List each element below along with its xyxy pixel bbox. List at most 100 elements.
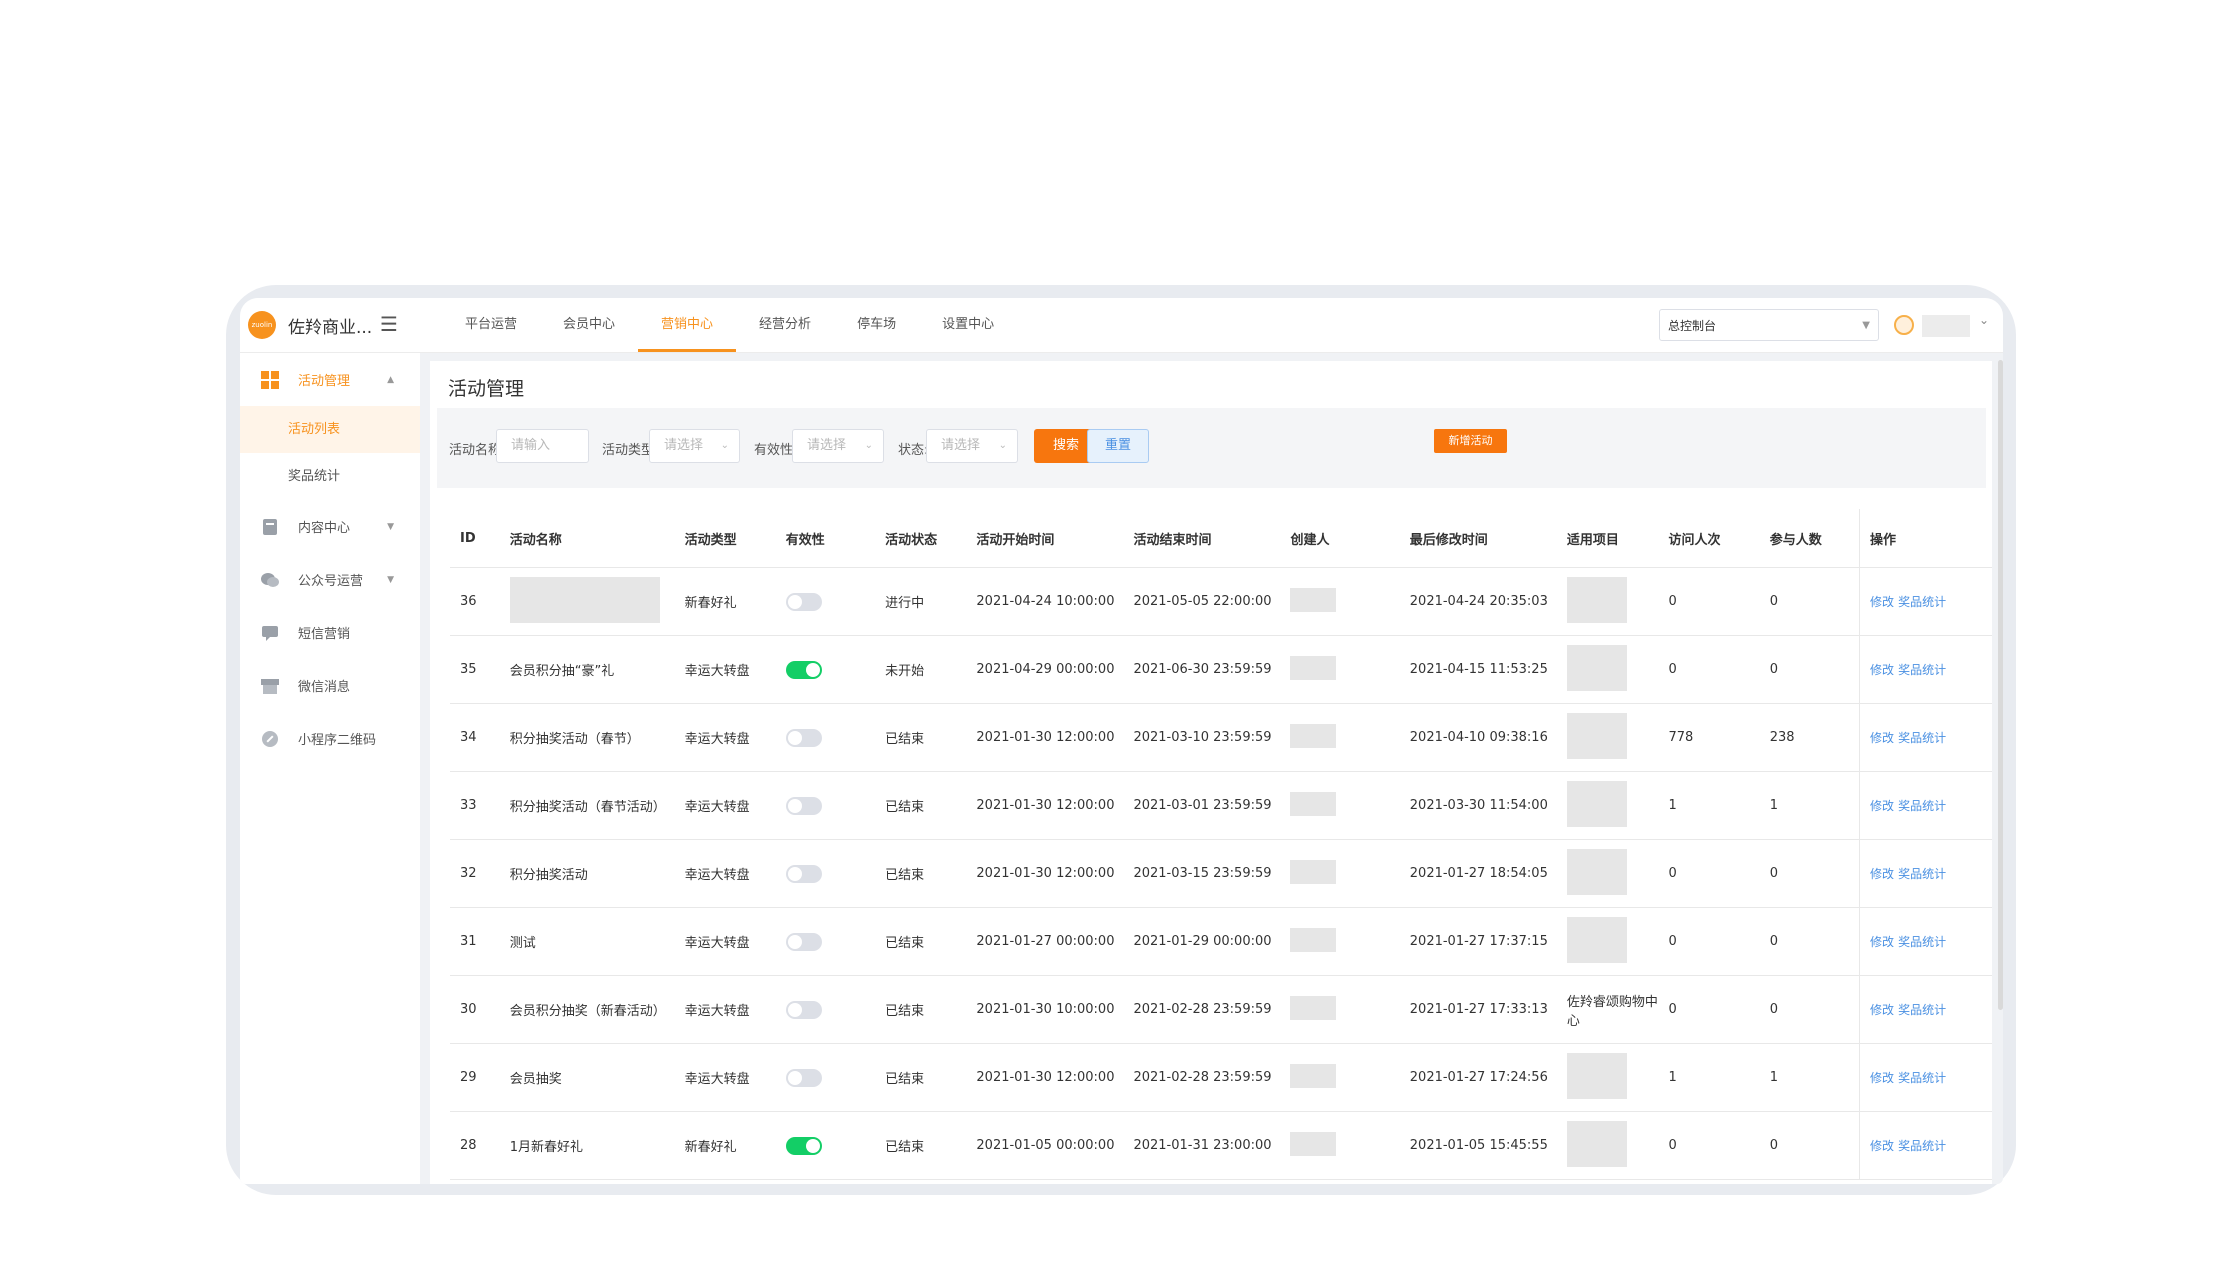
toggle-knob <box>787 798 802 813</box>
edit-link[interactable]: 修改 <box>1870 1139 1894 1153</box>
validity-filter-select[interactable]: 请选择 ⌄ <box>792 429 884 463</box>
cell-project <box>1556 771 1659 840</box>
prize-stats-link[interactable]: 奖品统计 <box>1898 731 1946 745</box>
cell-project <box>1556 1111 1659 1180</box>
cell-participants: 0 <box>1759 907 1860 976</box>
chevron-down-icon[interactable]: ⌄ <box>1979 313 1989 327</box>
cell-id: 32 <box>450 839 500 908</box>
sidebar-item-prize-stats[interactable]: 奖品统计 <box>240 453 420 500</box>
sidebar-item-activity-management[interactable]: 活动管理 ▲ <box>240 353 420 406</box>
edit-link[interactable]: 修改 <box>1870 799 1894 813</box>
creator-redacted <box>1290 1131 1337 1156</box>
sidebar: 活动管理 ▲ 活动列表 奖品统计 内容中心 ▼ 公众号运营 ▼ 短信营销 微信消… <box>240 353 420 1184</box>
col-participants: 参与人数 <box>1759 509 1860 568</box>
toggle-knob <box>805 1138 820 1153</box>
edit-link[interactable]: 修改 <box>1870 867 1894 881</box>
cell-participants: 1 <box>1759 771 1860 840</box>
prize-stats-link[interactable]: 奖品统计 <box>1898 867 1946 881</box>
prize-stats-link[interactable]: 奖品统计 <box>1898 1071 1946 1085</box>
prize-stats-link[interactable]: 奖品统计 <box>1898 663 1946 677</box>
vertical-scrollbar[interactable] <box>1998 360 2003 1010</box>
validity-toggle[interactable] <box>785 864 822 883</box>
prize-stats-link[interactable]: 奖品统计 <box>1898 1003 1946 1017</box>
user-name-redacted[interactable] <box>1922 315 1970 337</box>
type-filter-select[interactable]: 请选择 ⌄ <box>649 429 740 463</box>
cell-name: 会员积分抽奖（新春活动） <box>499 975 675 1044</box>
nav-parking[interactable]: 停车场 <box>834 298 919 352</box>
activity-name: 会员积分抽“豪”礼 <box>509 664 615 679</box>
cell-actions: 修改 奖品统计 <box>1859 771 1992 840</box>
toggle-knob <box>787 730 802 745</box>
cell-actions: 修改 奖品统计 <box>1859 839 1992 908</box>
validity-filter-label: 有效性: <box>754 443 798 458</box>
cell-start-time: 2021-04-24 10:00:00 <box>966 567 1124 636</box>
reset-button[interactable]: 重置 <box>1087 429 1149 463</box>
status-filter-select[interactable]: 请选择 ⌄ <box>926 429 1018 463</box>
cell-actions: 修改 奖品统计 <box>1859 567 1992 636</box>
prize-stats-link[interactable]: 奖品统计 <box>1898 595 1946 609</box>
menu-collapse-icon[interactable]: ☰ <box>380 312 398 336</box>
edit-link[interactable]: 修改 <box>1870 1003 1894 1017</box>
cell-validity <box>775 771 876 840</box>
prize-stats-link[interactable]: 奖品统计 <box>1898 1139 1946 1153</box>
name-filter-placeholder: 请输入 <box>511 438 551 453</box>
activity-panel: 活动管理 活动名称: 请输入 活动类型: 请选择 ⌄ 有效性: 请选择 ⌄ 状态… <box>430 361 1992 1184</box>
cell-visits: 0 <box>1658 567 1760 636</box>
col-actions: 操作 <box>1859 509 1992 568</box>
cell-type: 幸运大转盘 <box>674 1043 776 1112</box>
activity-name: 会员抽奖 <box>509 1072 562 1087</box>
table-body: 36 新春好礼 进行中 2021-04-24 10:00:00 2021-05-… <box>450 567 1992 1180</box>
validity-toggle[interactable] <box>785 1000 822 1019</box>
cell-name: 积分抽奖活动 <box>499 839 675 908</box>
cell-id: 29 <box>450 1043 500 1112</box>
edit-link[interactable]: 修改 <box>1870 1071 1894 1085</box>
edit-link[interactable]: 修改 <box>1870 595 1894 609</box>
edit-link[interactable]: 修改 <box>1870 663 1894 677</box>
validity-toggle[interactable] <box>785 660 822 679</box>
cell-visits: 0 <box>1658 839 1760 908</box>
console-select-value: 总控制台 <box>1668 319 1717 333</box>
cell-creator <box>1280 975 1400 1044</box>
prize-stats-link[interactable]: 奖品统计 <box>1898 799 1946 813</box>
sidebar-item-wechat-messages[interactable]: 微信消息 <box>240 659 420 712</box>
name-filter-input[interactable]: 请输入 <box>496 429 589 463</box>
nav-settings[interactable]: 设置中心 <box>919 298 1017 352</box>
validity-toggle[interactable] <box>785 796 822 815</box>
sidebar-item-sms-marketing[interactable]: 短信营销 <box>240 606 420 659</box>
validity-toggle[interactable] <box>785 932 822 951</box>
cell-type: 新春好礼 <box>674 1111 776 1180</box>
project-redacted <box>1566 780 1627 827</box>
nav-platform-ops[interactable]: 平台运营 <box>442 298 540 352</box>
cell-validity <box>775 1043 876 1112</box>
project-name: 佐羚睿颂购物中心 <box>1566 994 1658 1029</box>
sidebar-item-official-account[interactable]: 公众号运营 ▼ <box>240 553 420 606</box>
sidebar-item-miniprogram-qrcode[interactable]: 小程序二维码 <box>240 712 420 765</box>
validity-toggle[interactable] <box>785 728 822 747</box>
col-validity: 有效性 <box>775 509 876 568</box>
cell-actions: 修改 奖品统计 <box>1859 635 1992 704</box>
cell-validity <box>775 1111 876 1180</box>
sidebar-item-activity-list[interactable]: 活动列表 <box>240 406 420 453</box>
validity-toggle[interactable] <box>785 1136 822 1155</box>
nav-member-center[interactable]: 会员中心 <box>540 298 638 352</box>
add-activity-button[interactable]: 新增活动 <box>1434 429 1507 453</box>
col-modified-time: 最后修改时间 <box>1399 509 1557 568</box>
chevron-down-icon: ▼ <box>387 521 394 532</box>
chevron-down-icon: ⌄ <box>864 440 873 451</box>
validity-toggle[interactable] <box>785 1068 822 1087</box>
cell-creator <box>1280 1043 1400 1112</box>
nav-marketing-center[interactable]: 营销中心 <box>638 298 737 352</box>
sidebar-item-content-center[interactable]: 内容中心 ▼ <box>240 500 420 553</box>
console-select[interactable]: 总控制台 ▼ <box>1659 309 1879 341</box>
edit-link[interactable]: 修改 <box>1870 935 1894 949</box>
table-row: 31 测试 幸运大转盘 已结束 2021-01-27 00:00:00 2021… <box>450 907 1992 976</box>
prize-stats-link[interactable]: 奖品统计 <box>1898 935 1946 949</box>
col-name: 活动名称 <box>499 509 675 568</box>
avatar[interactable] <box>1894 315 1914 335</box>
creator-redacted <box>1290 859 1337 884</box>
cell-validity <box>775 567 876 636</box>
edit-link[interactable]: 修改 <box>1870 731 1894 745</box>
validity-toggle[interactable] <box>785 592 822 611</box>
nav-business-analysis[interactable]: 经营分析 <box>736 298 834 352</box>
chevron-down-icon: ⌄ <box>998 440 1007 451</box>
